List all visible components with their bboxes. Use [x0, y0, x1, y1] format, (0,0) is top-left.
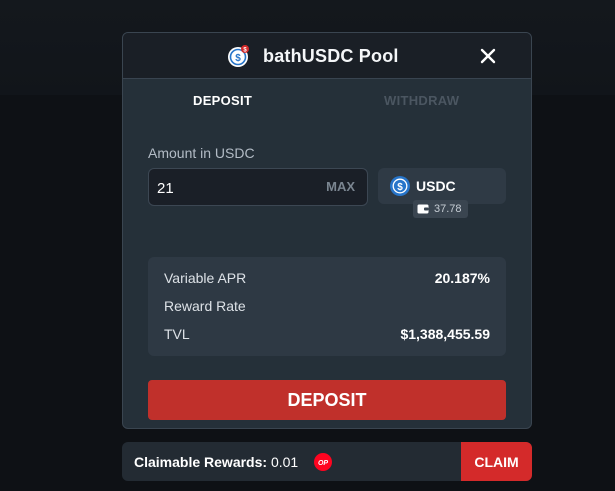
wallet-balance: 37.78: [413, 200, 468, 218]
stat-row-tvl: TVL $1,388,455.59: [164, 326, 490, 344]
tab-deposit[interactable]: DEPOSIT: [193, 93, 252, 108]
deposit-button[interactable]: DEPOSIT: [148, 380, 506, 420]
amount-input[interactable]: [157, 177, 297, 199]
token-symbol: USDC: [416, 178, 456, 194]
stat-value: 20.187%: [434, 270, 490, 286]
tab-withdraw[interactable]: WITHDRAW: [384, 93, 459, 108]
usdc-icon: $: [390, 176, 410, 196]
wallet-icon: [417, 204, 429, 214]
pool-modal: $ $ bathUSDC Pool DEPOSIT WITHDRAW Amoun…: [122, 32, 532, 429]
op-token-icon: OP: [314, 453, 332, 471]
stat-row-apr: Variable APR 20.187%: [164, 270, 490, 288]
close-icon[interactable]: [479, 47, 497, 65]
token-select[interactable]: $ USDC: [378, 168, 506, 204]
max-button[interactable]: MAX: [326, 179, 355, 194]
stat-label: Reward Rate: [164, 298, 246, 314]
stat-value: $1,388,455.59: [400, 326, 490, 342]
modal-header: $ $ bathUSDC Pool: [123, 33, 531, 79]
claimable-rewards-bar: Claimable Rewards: 0.01 OP CLAIM: [122, 442, 532, 481]
rewards-text: Claimable Rewards: 0.01: [134, 454, 298, 470]
stat-row-reward-rate: Reward Rate: [164, 298, 490, 316]
svg-text:$: $: [235, 53, 241, 64]
pool-stats: Variable APR 20.187% Reward Rate TVL $1,…: [148, 257, 506, 356]
rewards-value: 0.01: [270, 454, 299, 470]
svg-text:OP: OP: [318, 460, 328, 467]
rewards-label: Claimable Rewards:: [134, 454, 268, 470]
amount-field: MAX: [148, 168, 368, 206]
modal-title: bathUSDC Pool: [263, 46, 399, 66]
svg-text:$: $: [397, 182, 403, 193]
amount-label: Amount in USDC: [148, 145, 255, 161]
usdc-coin-with-badge-icon: $ $: [228, 45, 249, 67]
stat-label: Variable APR: [164, 270, 247, 286]
claim-button[interactable]: CLAIM: [461, 442, 532, 481]
balance-value: 37.78: [434, 203, 462, 215]
stat-label: TVL: [164, 326, 190, 342]
